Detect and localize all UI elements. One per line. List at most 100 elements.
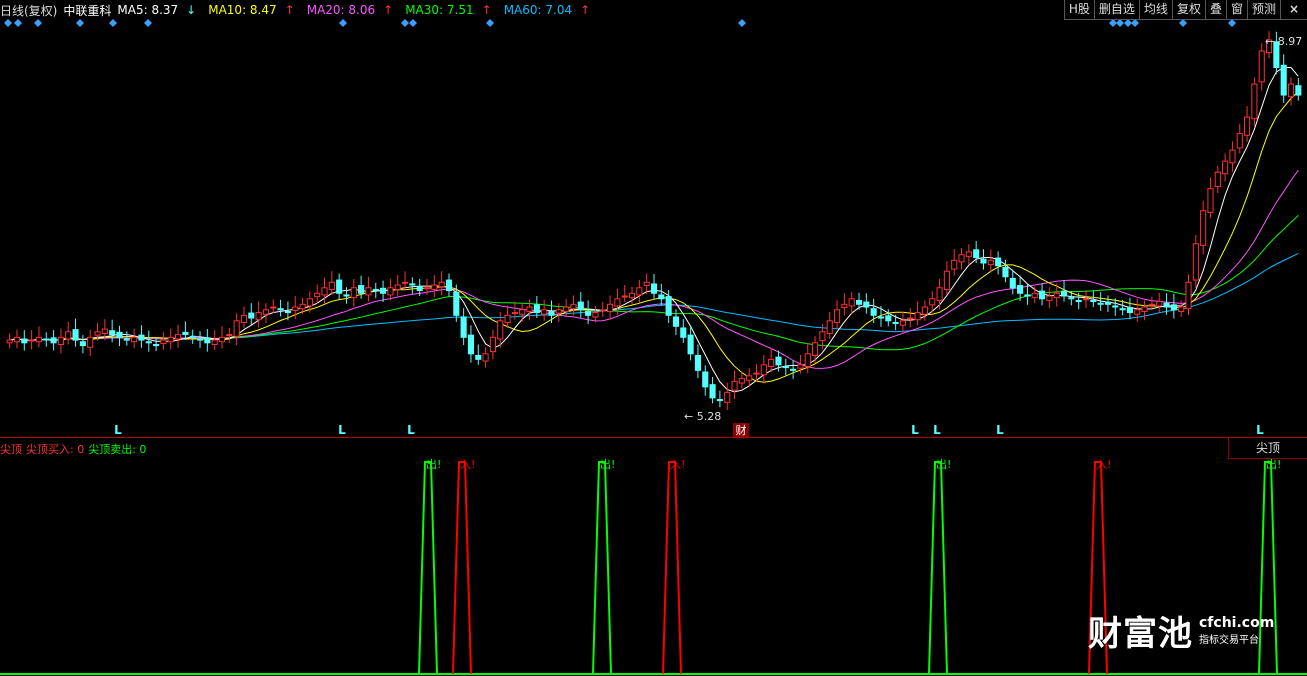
candle-body — [218, 336, 226, 343]
sell-signal-label: 出! — [426, 457, 441, 471]
high-price-label: ← 8.97 — [1265, 35, 1302, 48]
candle-body — [1039, 290, 1046, 300]
candle-body — [958, 254, 965, 263]
candle-body — [43, 338, 50, 341]
candle-body — [1251, 83, 1258, 120]
ma10-value: MA10: 8.47 ↑ — [208, 3, 295, 17]
diamond-marker-icon — [401, 19, 409, 27]
adjust-rights-button[interactable]: 复权 — [1171, 0, 1205, 20]
candle-body — [1192, 243, 1199, 281]
candle-body — [555, 309, 562, 314]
candle-body — [306, 298, 313, 307]
candle-body — [1207, 188, 1214, 213]
candle-body — [790, 368, 797, 371]
candle-body — [138, 334, 145, 341]
candle-body — [343, 294, 350, 297]
candle-body — [475, 354, 482, 360]
moving-average-button[interactable]: 均线 — [1138, 0, 1172, 20]
candle-body — [694, 354, 701, 371]
candle-body — [965, 251, 972, 257]
candle-body — [431, 284, 438, 290]
low-price-label: ← 5.28 — [684, 410, 721, 423]
l-signal-marker: L — [996, 423, 1004, 437]
candle-body — [1082, 298, 1090, 301]
watermark-main: 财富池 — [1088, 614, 1193, 654]
candle-body — [1163, 302, 1170, 308]
candle-body — [1060, 290, 1068, 297]
candle-body — [467, 334, 475, 355]
candle-body — [709, 384, 716, 399]
buy-signal-label: 入! — [1096, 458, 1111, 471]
candle-body — [387, 287, 394, 296]
buy-signal-label: 入! — [460, 458, 475, 471]
candle-body — [1200, 210, 1207, 246]
candle-body — [943, 270, 950, 290]
sell-signal-spike — [418, 461, 438, 675]
l-signal-marker: L — [114, 423, 122, 437]
window-button[interactable]: 窗 — [1225, 0, 1247, 20]
diamond-marker-icon — [339, 19, 347, 27]
kline-chart[interactable]: ← 8.97← 5.28L L L L L L L财 — [0, 0, 1307, 438]
candle-body — [812, 342, 819, 356]
candle-body — [936, 287, 943, 301]
candle-body — [1104, 301, 1112, 305]
candle-body — [1214, 171, 1221, 187]
candle-body — [277, 308, 284, 311]
ma60-arrow-icon: ↑ — [580, 3, 591, 17]
candle-body — [621, 295, 628, 298]
candle-body — [35, 336, 43, 343]
close-icon[interactable]: × — [1280, 0, 1307, 20]
ma30-value: MA30: 7.51 ↑ — [405, 3, 492, 17]
candle-body — [665, 296, 672, 316]
candle-body — [650, 283, 658, 294]
l-signal-marker: L — [407, 423, 415, 437]
candle-body — [1112, 305, 1119, 308]
candle-body — [401, 281, 409, 284]
candle-body — [899, 320, 907, 326]
candle-body — [57, 336, 64, 345]
overlay-button[interactable]: 叠 — [1204, 0, 1226, 20]
candle-body — [724, 391, 731, 403]
forecast-button[interactable]: 预测 — [1246, 0, 1280, 20]
candle-body — [929, 298, 936, 306]
candle-body — [1017, 285, 1024, 294]
candle-body — [760, 364, 767, 376]
candle-body — [1046, 295, 1053, 301]
candle-body — [1075, 299, 1082, 303]
candle-body — [211, 339, 218, 345]
candle-body — [358, 285, 365, 294]
candle-body — [870, 308, 877, 316]
ma20-arrow-icon: ↑ — [383, 3, 394, 17]
candle-body — [50, 337, 57, 344]
candle-body — [833, 309, 841, 323]
ma5-value: MA5: 8.37 ↓ — [117, 3, 197, 17]
candle-body — [460, 316, 467, 338]
candle-body — [189, 335, 196, 338]
candle-body — [299, 303, 306, 310]
buy-signal-spike — [452, 461, 472, 675]
diamond-marker-icon — [14, 19, 22, 27]
candle-body — [1002, 266, 1009, 278]
sell-signal-spike — [928, 461, 948, 675]
diamond-marker-icon — [1116, 19, 1124, 27]
candle-body — [768, 358, 775, 368]
candle-body — [101, 328, 108, 334]
candle-body — [687, 334, 694, 355]
indicator-tag-button[interactable]: 尖顶 — [1228, 438, 1307, 459]
candle-body — [1141, 306, 1148, 312]
remove-watchlist-button[interactable]: 删自选 — [1093, 0, 1139, 20]
candle-body — [233, 320, 240, 337]
diamond-marker-icon — [738, 19, 746, 27]
candle-body — [1280, 64, 1287, 96]
hk-share-button[interactable]: H股 — [1063, 0, 1094, 20]
period-label[interactable]: 日线(复权) — [0, 2, 57, 19]
candle-body — [314, 292, 321, 298]
candle-body — [819, 331, 826, 342]
candle-body — [577, 301, 584, 311]
ma30-arrow-icon: ↑ — [481, 3, 492, 17]
candle-body — [255, 312, 262, 321]
ma10-arrow-icon: ↑ — [284, 3, 295, 17]
candle-body — [511, 312, 518, 315]
candle-body — [599, 309, 606, 312]
candle-body — [1009, 277, 1016, 289]
